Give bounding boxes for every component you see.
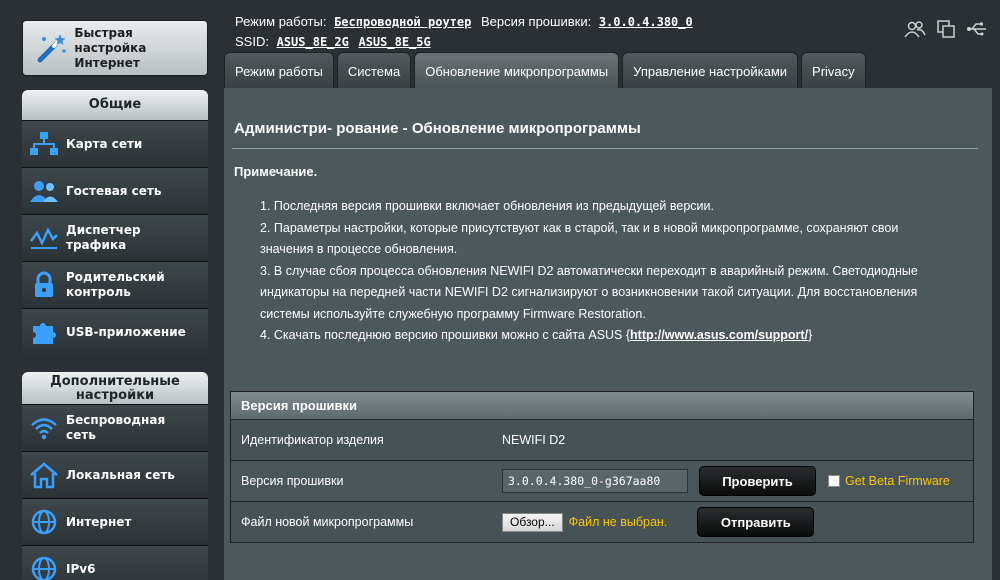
magic-wand-icon bbox=[31, 28, 70, 68]
title-divider bbox=[232, 148, 978, 149]
parental-lock-icon bbox=[22, 271, 66, 299]
sidebar-item-guest-network[interactable]: Гостевая сеть bbox=[22, 167, 208, 214]
product-id-label: Идентификатор изделия bbox=[241, 433, 384, 447]
check-button[interactable]: Проверить bbox=[699, 466, 816, 496]
tab-settings-management[interactable]: Управление настройками bbox=[622, 52, 799, 88]
mode-value-link[interactable]: Беспроводной роутер bbox=[334, 15, 471, 29]
notes-list: 1. Последняя версия прошивки включает об… bbox=[260, 196, 960, 347]
table-row: Файл новой микропрограммы Обзор... Файл … bbox=[231, 501, 973, 542]
wifi-icon bbox=[22, 415, 66, 441]
top-icons bbox=[904, 20, 988, 43]
note-title: Примечание. bbox=[234, 164, 318, 179]
sidebar-item-label: Родительский контроль bbox=[66, 270, 165, 299]
globe-icon bbox=[22, 508, 66, 536]
firmware-label: Версия прошивки: bbox=[480, 14, 592, 29]
sidebar-item-label: Интернет bbox=[66, 514, 132, 529]
sidebar-item-parental-control[interactable]: Родительский контроль bbox=[22, 261, 208, 308]
version-cell: Проверить Get Beta Firmware bbox=[493, 466, 973, 496]
note-item: 1. Последняя версия прошивки включает об… bbox=[260, 199, 714, 213]
tab-system[interactable]: Система bbox=[336, 52, 412, 88]
table-row: Версия прошивки Проверить Get Beta Firmw… bbox=[231, 460, 973, 501]
file-label: Файл новой микропрограммы bbox=[241, 515, 414, 529]
product-id-cell: NEWIFI D2 bbox=[493, 433, 973, 447]
usb-icon[interactable] bbox=[966, 20, 988, 43]
note-item: 2. Параметры настройки, которые присутст… bbox=[260, 220, 899, 257]
content-panel: Администри- рование - Обновление микропр… bbox=[224, 88, 992, 580]
page-title: Администри- рование - Обновление микропр… bbox=[234, 120, 641, 137]
file-cell: Обзор... Файл не выбран. Отправить bbox=[493, 507, 973, 537]
traffic-manager-icon bbox=[22, 225, 66, 251]
version-label: Версия прошивки bbox=[241, 474, 344, 488]
sidebar-item-usb-app[interactable]: USB-приложение bbox=[22, 308, 208, 355]
users-icon[interactable] bbox=[904, 20, 926, 43]
tab-operation-mode[interactable]: Режим работы bbox=[224, 52, 334, 88]
quick-setup-button[interactable]: Быстрая настройка Интернет bbox=[22, 20, 208, 76]
sidebar-item-internet[interactable]: Интернет bbox=[22, 498, 208, 545]
firmware-table: Версия прошивки Идентификатор изделия NE… bbox=[230, 391, 974, 543]
ssid-2g-link[interactable]: ASUS_8E_2G bbox=[277, 35, 349, 49]
sidebar-item-label: Беспроводная сеть bbox=[66, 413, 166, 442]
no-file-text: Файл не выбран. bbox=[568, 515, 668, 529]
sidebar-item-network-map[interactable]: Карта сети bbox=[22, 120, 208, 167]
guest-network-icon bbox=[22, 178, 66, 204]
sidebar-item-ipv6[interactable]: IPv6 bbox=[22, 545, 208, 580]
sidebar-advanced: Дополнительные настройки Беспроводная сеть… bbox=[22, 372, 208, 580]
tab-privacy[interactable]: Privacy bbox=[801, 52, 866, 88]
tab-bar: Режим работы Система Обновление микропро… bbox=[224, 52, 866, 88]
beta-checkbox[interactable] bbox=[828, 475, 840, 487]
status-line-ssid: SSID: ASUS_8E_2G ASUS_8E_5G bbox=[235, 32, 693, 52]
network-map-icon bbox=[22, 131, 66, 157]
firmware-table-header: Версия прошивки bbox=[231, 392, 973, 419]
sidebar-item-label: IPv6 bbox=[66, 561, 96, 576]
sidebar-item-label: Гостевая сеть bbox=[66, 183, 162, 198]
tab-firmware-upgrade[interactable]: Обновление микропрограммы bbox=[414, 52, 620, 88]
ipv6-globe-icon bbox=[22, 555, 66, 580]
sidebar-item-label: Диспетчер трафика bbox=[66, 223, 141, 252]
sidebar-item-label: USB-приложение bbox=[66, 324, 186, 339]
mode-label: Режим работы: bbox=[235, 14, 327, 29]
beta-label[interactable]: Get Beta Firmware bbox=[845, 474, 950, 488]
sidebar-item-lan[interactable]: Локальная сеть bbox=[22, 451, 208, 498]
firmware-value-link[interactable]: 3.0.0.4.380_0 bbox=[599, 15, 693, 29]
puzzle-icon bbox=[22, 318, 66, 346]
status-bar: Режим работы: Беспроводной роутер Версия… bbox=[235, 12, 693, 52]
ssid-5g-link[interactable]: ASUS_8E_5G bbox=[358, 35, 430, 49]
sidebar-general-header: Общие bbox=[22, 90, 208, 120]
product-id-value: NEWIFI D2 bbox=[502, 433, 566, 447]
home-icon bbox=[22, 461, 66, 489]
status-line-mode: Режим работы: Беспроводной роутер Версия… bbox=[235, 12, 693, 32]
sidebar-item-traffic-manager[interactable]: Диспетчер трафика bbox=[22, 214, 208, 261]
sidebar-item-wireless[interactable]: Беспроводная сеть bbox=[22, 404, 208, 451]
ssid-label: SSID: bbox=[235, 34, 269, 49]
asus-support-link[interactable]: http://www.asus.com/support/ bbox=[630, 328, 808, 342]
firmware-version-field[interactable] bbox=[502, 469, 688, 493]
sidebar-general: Общие Карта сети Гостевая сеть Диспетчер… bbox=[22, 90, 208, 355]
upload-button[interactable]: Отправить bbox=[697, 507, 815, 537]
sidebar-item-label: Локальная сеть bbox=[66, 467, 175, 482]
table-row: Идентификатор изделия NEWIFI D2 bbox=[231, 419, 973, 460]
sidebar-item-label: Карта сети bbox=[66, 136, 143, 151]
note-item: 3. В случае сбоя процесса обновления NEW… bbox=[260, 263, 918, 321]
quick-setup-label: Быстрая настройка Интернет bbox=[74, 25, 147, 70]
sidebar-advanced-header: Дополнительные настройки bbox=[22, 372, 208, 404]
browse-button[interactable]: Обзор... bbox=[502, 512, 563, 532]
copy-icon[interactable] bbox=[936, 20, 956, 43]
note-item: 4. Скачать последнюю версию прошивки мож… bbox=[260, 328, 813, 342]
